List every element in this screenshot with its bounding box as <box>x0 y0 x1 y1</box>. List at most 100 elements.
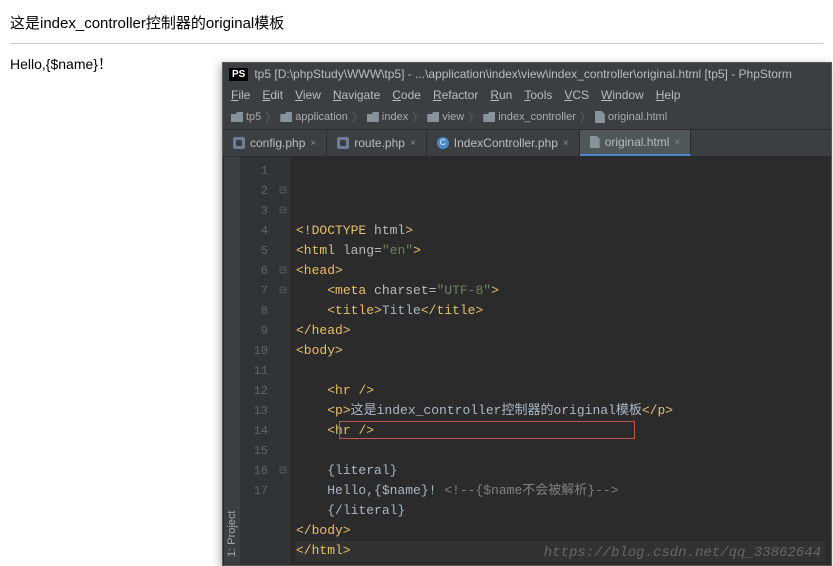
line-number[interactable]: 10 <box>244 341 268 361</box>
line-number[interactable]: 1 <box>244 161 268 181</box>
line-number[interactable]: 6 <box>244 261 268 281</box>
code-line[interactable]: <head> <box>296 261 825 281</box>
line-number[interactable]: 4 <box>244 221 268 241</box>
chevron-right-icon: 〉 <box>265 109 276 125</box>
php-icon <box>233 137 245 149</box>
menu-navigate[interactable]: Navigate <box>333 88 380 102</box>
fold-marker[interactable]: ⊟ <box>276 461 290 481</box>
code-line[interactable]: </head> <box>296 321 825 341</box>
code-line[interactable]: <p>这是index_controller控制器的original模板</p> <box>296 401 825 421</box>
breadcrumb-item[interactable]: view <box>427 111 464 123</box>
fold-marker <box>276 161 290 181</box>
tab-IndexController-php[interactable]: CIndexController.php× <box>427 130 580 156</box>
menu-refactor[interactable]: Refactor <box>433 88 478 102</box>
menu-edit[interactable]: Edit <box>262 88 283 102</box>
line-number[interactable]: 2 <box>244 181 268 201</box>
fold-marker <box>276 421 290 441</box>
fold-marker <box>276 221 290 241</box>
fold-marker <box>276 241 290 261</box>
code-editor[interactable]: <!DOCTYPE html><html lang="en"><head> <m… <box>290 157 831 565</box>
watermark: https://blog.csdn.net/qq_33862644 <box>544 545 821 561</box>
tab-route-php[interactable]: route.php × <box>327 130 427 156</box>
line-number[interactable]: 11 <box>244 361 268 381</box>
fold-marker <box>276 401 290 421</box>
chevron-right-icon: 〉 <box>412 109 423 125</box>
tab-label: route.php <box>354 136 405 150</box>
project-tool-tab[interactable]: 1: Project <box>223 157 240 565</box>
close-icon[interactable]: × <box>310 138 316 149</box>
fold-marker <box>276 301 290 321</box>
code-line[interactable]: </body> <box>296 521 825 541</box>
line-number[interactable]: 13 <box>244 401 268 421</box>
editor-tabs: config.php×route.php×CIndexController.ph… <box>223 130 831 157</box>
line-gutter: 1234567891011121314151617 <box>240 157 276 565</box>
phpstorm-window: PS tp5 [D:\phpStudy\WWW\tp5] - ...\appli… <box>222 62 832 566</box>
line-number[interactable]: 15 <box>244 441 268 461</box>
breadcrumb-item[interactable]: index <box>367 111 408 123</box>
tab-original-html[interactable]: original.html × <box>580 130 692 156</box>
code-line[interactable]: <meta charset="UTF-8"> <box>296 281 825 301</box>
code-line[interactable]: {literal} <box>296 461 825 481</box>
fold-marker[interactable]: ⊟ <box>276 181 290 201</box>
code-line[interactable]: <hr /> <box>296 421 825 441</box>
tab-label: config.php <box>250 136 305 150</box>
chevron-right-icon: 〉 <box>468 109 479 125</box>
code-line[interactable]: <hr /> <box>296 381 825 401</box>
folder-icon <box>280 112 292 122</box>
line-number[interactable]: 3 <box>244 201 268 221</box>
close-icon[interactable]: × <box>563 138 569 149</box>
fold-marker <box>276 441 290 461</box>
close-icon[interactable]: × <box>674 137 680 148</box>
code-line[interactable] <box>296 361 825 381</box>
menu-window[interactable]: Window <box>601 88 644 102</box>
fold-marker[interactable]: ⊟ <box>276 261 290 281</box>
breadcrumb-item[interactable]: tp5 <box>231 111 261 123</box>
folder-icon <box>483 112 495 122</box>
menu-vcs[interactable]: VCS <box>564 88 589 102</box>
menu-run[interactable]: Run <box>490 88 512 102</box>
code-line[interactable] <box>296 441 825 461</box>
file-icon <box>595 111 605 123</box>
tab-label: original.html <box>605 135 670 149</box>
menu-code[interactable]: Code <box>392 88 421 102</box>
menu-file[interactable]: File <box>231 88 250 102</box>
fold-marker <box>276 341 290 361</box>
page-heading: 这是index_controller控制器的original模板 <box>10 12 823 33</box>
line-number[interactable]: 9 <box>244 321 268 341</box>
breadcrumb-item[interactable]: application <box>280 111 348 123</box>
code-line[interactable]: Hello,{$name}! <!--{$name不会被解析}--> <box>296 481 825 501</box>
code-line[interactable]: <body> <box>296 341 825 361</box>
file-icon <box>590 136 600 148</box>
breadcrumb-item[interactable]: index_controller <box>483 111 576 123</box>
chevron-right-icon: 〉 <box>352 109 363 125</box>
folder-icon <box>367 112 379 122</box>
php-icon <box>337 137 349 149</box>
divider <box>10 43 823 44</box>
menu-view[interactable]: View <box>295 88 321 102</box>
line-number[interactable]: 12 <box>244 381 268 401</box>
line-number[interactable]: 5 <box>244 241 268 261</box>
breadcrumb-item[interactable]: original.html <box>595 111 667 123</box>
line-number[interactable]: 8 <box>244 301 268 321</box>
tab-config-php[interactable]: config.php × <box>223 130 327 156</box>
menu-tools[interactable]: Tools <box>524 88 552 102</box>
editor-area: 1: Project 1234567891011121314151617 ⊟⊟⊟… <box>223 157 831 565</box>
line-number[interactable]: 14 <box>244 421 268 441</box>
line-number[interactable]: 16 <box>244 461 268 481</box>
code-line[interactable]: <title>Title</title> <box>296 301 825 321</box>
line-number[interactable]: 17 <box>244 481 268 501</box>
breadcrumb-bar: tp5 〉 application 〉 index 〉 view 〉 index_con… <box>223 105 831 130</box>
fold-marker[interactable]: ⊟ <box>276 201 290 221</box>
line-number[interactable]: 7 <box>244 281 268 301</box>
chevron-right-icon: 〉 <box>580 109 591 125</box>
window-titlebar[interactable]: PS tp5 [D:\phpStudy\WWW\tp5] - ...\appli… <box>223 63 831 85</box>
fold-marker <box>276 481 290 501</box>
code-line[interactable]: {/literal} <box>296 501 825 521</box>
close-icon[interactable]: × <box>410 138 416 149</box>
code-line[interactable]: <html lang="en"> <box>296 241 825 261</box>
code-line[interactable]: <!DOCTYPE html> <box>296 221 825 241</box>
fold-marker[interactable]: ⊟ <box>276 281 290 301</box>
fold-column: ⊟⊟⊟⊟⊟ <box>276 157 290 565</box>
menu-help[interactable]: Help <box>656 88 681 102</box>
folder-icon <box>231 112 243 122</box>
